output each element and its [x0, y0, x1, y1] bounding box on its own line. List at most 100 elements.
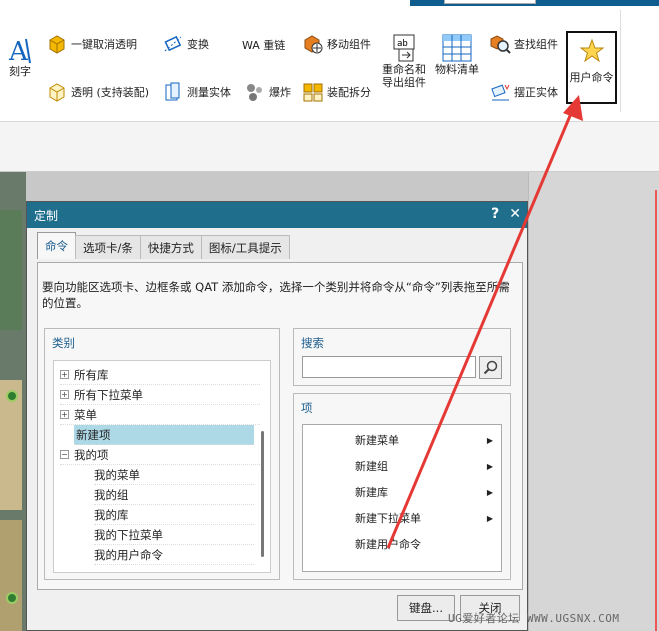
dialog-tabs: 命令 选项卡/条 快捷方式 图标/工具提示	[37, 232, 290, 259]
command-finder[interactable]	[444, 0, 536, 4]
dialog-title-bar: 定制 ? ✕	[27, 202, 527, 228]
bom-button[interactable]: 物料清单	[435, 33, 479, 76]
transparent-cube-icon	[49, 83, 65, 102]
search-input[interactable]	[302, 356, 476, 378]
tree-item-label: 我的项	[74, 447, 109, 462]
list-item[interactable]: 新建库 ▶	[303, 479, 501, 505]
model-part	[0, 210, 22, 330]
customize-dialog: 定制 ? ✕ 命令 选项卡/条 快捷方式 图标/工具提示 要向功能区选项卡、边框…	[26, 201, 528, 631]
assembly-split-icon	[303, 83, 323, 102]
items-title: 项	[301, 401, 313, 415]
align-body-icon	[491, 84, 510, 101]
tree-item-label: 我的库	[94, 507, 129, 522]
tree-item-label: 新建项	[76, 427, 111, 442]
search-group: 搜索	[293, 328, 511, 386]
model-hole	[6, 592, 18, 604]
one-click-untransparent-button[interactable]: 一键取消透明	[46, 33, 137, 55]
close-icon[interactable]: ✕	[509, 206, 521, 222]
list-item[interactable]: 新建用户命令	[303, 531, 501, 557]
assembly-split-button[interactable]: 装配拆分	[302, 81, 371, 103]
tree-item[interactable]: + 所有库	[60, 365, 260, 385]
user-command-button[interactable]: 用户命令	[566, 31, 617, 104]
move-component-button[interactable]: 移动组件	[302, 33, 371, 55]
wa-link-button[interactable]: WA 重链	[242, 37, 285, 53]
align-body-label: 摆正实体	[514, 86, 558, 99]
ribbon-lower-band	[0, 122, 659, 172]
tree-item[interactable]: 我的组	[94, 485, 254, 505]
search-icon	[483, 360, 498, 375]
tree-item[interactable]: 我的菜单	[94, 465, 254, 485]
dialog-title: 定制	[34, 208, 59, 223]
search-title: 搜索	[301, 336, 324, 350]
engrave-icon: A	[8, 37, 31, 65]
watermark: UG爱好者论坛 WWW.UGSNX.COM	[448, 612, 620, 625]
find-component-button[interactable]: 查找组件	[489, 33, 558, 55]
model-part-strip	[0, 172, 26, 631]
explode-button[interactable]: 爆炸	[244, 81, 291, 103]
top-strip	[0, 0, 659, 6]
list-item-label: 新建组	[355, 460, 388, 473]
tree-item[interactable]: 我的下拉菜单	[94, 525, 254, 545]
measure-body-button[interactable]: 测量实体	[162, 81, 231, 103]
graphics-area-right	[528, 172, 659, 631]
list-item-label: 新建菜单	[355, 434, 399, 447]
align-body-button[interactable]: 摆正实体	[489, 81, 558, 103]
transparent-assembly-button[interactable]: 透明 (支持装配)	[46, 81, 149, 103]
instructions-text: 要向功能区选项卡、边框条或 QAT 添加命令，选择一个类别并将命令从“命令”列表…	[42, 280, 510, 310]
bom-table-icon	[442, 34, 472, 62]
tree-item[interactable]: − 我的项	[60, 445, 260, 465]
list-item[interactable]: 新建下拉菜单 ▶	[303, 505, 501, 531]
tree-item-label: 所有下拉菜单	[74, 387, 143, 402]
keyboard-button[interactable]: 键盘...	[397, 595, 455, 621]
submenu-arrow-icon: ▶	[486, 435, 493, 445]
rename-export-icon: ab	[393, 34, 415, 62]
explode-icon	[247, 84, 262, 101]
tree-item[interactable]: 我的用户命令	[94, 545, 254, 565]
expand-icon[interactable]: +	[60, 390, 69, 399]
transparent-assembly-label: 透明 (支持装配)	[71, 86, 150, 99]
explode-label: 爆炸	[269, 86, 291, 99]
star-icon	[579, 38, 604, 63]
expand-icon[interactable]: +	[60, 370, 69, 379]
tree-scrollbar[interactable]	[261, 431, 264, 557]
tree-item-selected[interactable]: 新建项	[74, 425, 254, 445]
collapse-icon[interactable]: −	[60, 450, 69, 459]
ribbon-separator	[620, 10, 621, 112]
tree-item[interactable]: + 菜单	[60, 405, 260, 425]
tab-shortcuts[interactable]: 快捷方式	[139, 235, 202, 259]
list-item[interactable]: 新建组 ▶	[303, 453, 501, 479]
tab-tabs-bars[interactable]: 选项卡/条	[75, 235, 141, 259]
tree-item-label: 我的菜单	[94, 467, 140, 482]
find-component-icon	[490, 35, 511, 54]
ribbon: A 刻字 一键取消透明 透明 (支持装配) 变换 测量实体 WA 重链 爆炸 移…	[0, 0, 659, 122]
category-tree: + 所有库 + 所有下拉菜单 + 菜单 新建项 − 我的项 我的菜单 我的组 我的库 我…	[53, 360, 271, 573]
tree-item[interactable]: 我的库	[94, 505, 254, 525]
category-title: 类别	[52, 336, 75, 350]
tree-item-label: 我的组	[94, 487, 129, 502]
model-edge	[655, 190, 657, 631]
list-item[interactable]: 新建菜单 ▶	[303, 427, 501, 453]
expand-icon[interactable]: +	[60, 410, 69, 419]
move-component-label: 移动组件	[327, 38, 371, 51]
tree-item-label: 所有库	[74, 367, 109, 382]
measure-body-label: 测量实体	[187, 86, 231, 99]
tab-icons-tooltips[interactable]: 图标/工具提示	[200, 235, 290, 259]
engrave-button[interactable]: A 刻字	[6, 35, 34, 78]
help-icon[interactable]: ?	[491, 206, 499, 222]
transform-button[interactable]: 变换	[162, 33, 209, 55]
tree-item-label: 我的用户命令	[94, 547, 163, 562]
cube-icon	[49, 35, 65, 54]
list-item-label: 新建库	[355, 486, 388, 499]
measure-body-icon	[165, 82, 180, 101]
rename-export-button[interactable]: ab 重命名和导出组件	[380, 33, 428, 89]
rename-export-label: 重命名和导出组件	[382, 63, 426, 89]
category-group: 类别 + 所有库 + 所有下拉菜单 + 菜单 新建项 − 我的项 我的菜单 我的组 我的…	[44, 328, 280, 580]
search-button[interactable]	[479, 356, 502, 379]
model-part	[0, 520, 22, 631]
assembly-split-label: 装配拆分	[327, 86, 371, 99]
tab-commands[interactable]: 命令	[37, 232, 76, 259]
wa-link-label: WA 重链	[242, 39, 286, 52]
one-click-untransparent-label: 一键取消透明	[71, 38, 137, 51]
svg-text:ab: ab	[397, 39, 408, 49]
tree-item[interactable]: + 所有下拉菜单	[60, 385, 260, 405]
